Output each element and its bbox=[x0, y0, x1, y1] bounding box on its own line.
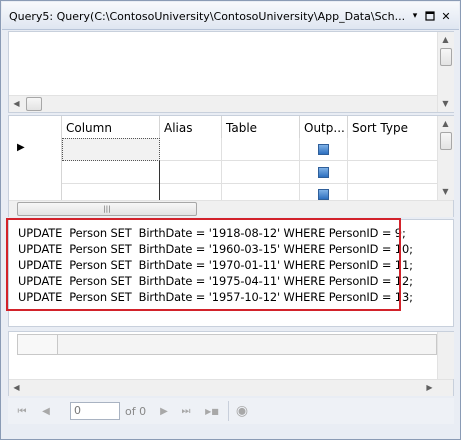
column-header-output[interactable]: Outp... bbox=[300, 116, 348, 138]
close-icon[interactable]: ✕ bbox=[439, 9, 453, 23]
column-header-table[interactable]: Table bbox=[222, 116, 300, 138]
column-header-sort-type[interactable]: Sort Type bbox=[348, 116, 437, 138]
results-pane[interactable]: ◀ ▶ bbox=[8, 331, 454, 396]
scroll-thumb[interactable] bbox=[26, 97, 42, 111]
results-horizontal-scrollbar[interactable]: ◀ ▶ bbox=[9, 379, 453, 396]
grid-horizontal-scrollbar[interactable]: ||| bbox=[9, 200, 453, 217]
scroll-left-icon[interactable]: ◀ bbox=[9, 380, 24, 395]
cell-column[interactable] bbox=[62, 138, 160, 161]
cell-table[interactable] bbox=[222, 161, 300, 184]
scroll-up-icon[interactable]: ▲ bbox=[438, 116, 453, 131]
navigator-separator bbox=[228, 401, 229, 421]
grid-corner-header bbox=[9, 116, 62, 138]
title-bar[interactable]: Query5: Query(C:\ContosoUniversity\Conto… bbox=[2, 2, 459, 30]
scroll-down-icon[interactable]: ▼ bbox=[438, 184, 453, 199]
cell-alias[interactable] bbox=[160, 138, 222, 161]
results-header-row bbox=[17, 334, 437, 355]
window-menu-icon[interactable]: ▾ bbox=[408, 9, 422, 23]
grip-icon: ||| bbox=[103, 205, 111, 213]
window-title: Query5: Query(C:\ContosoUniversity\Conto… bbox=[9, 10, 406, 23]
delete-record-icon[interactable]: ▶■ bbox=[201, 403, 223, 419]
cell-output[interactable] bbox=[300, 161, 348, 184]
cell-sort-type[interactable] bbox=[348, 138, 437, 161]
next-record-icon[interactable]: ▶ bbox=[156, 403, 172, 419]
results-vertical-scrollbar[interactable] bbox=[437, 332, 454, 379]
results-corner-cell bbox=[18, 335, 58, 354]
scroll-left-icon[interactable]: ◀ bbox=[9, 96, 24, 111]
window-float-icon[interactable] bbox=[423, 9, 437, 23]
scroll-up-icon[interactable]: ▲ bbox=[438, 32, 453, 47]
diagram-pane[interactable]: ▲ ▼ ◀ bbox=[8, 31, 454, 113]
output-checkbox[interactable] bbox=[318, 189, 329, 200]
scroll-thumb[interactable] bbox=[440, 48, 452, 66]
cell-table[interactable] bbox=[222, 138, 300, 161]
diagram-vertical-scrollbar[interactable]: ▲ ▼ bbox=[437, 32, 454, 112]
previous-record-icon[interactable]: ◀ bbox=[38, 403, 54, 419]
criteria-pane[interactable]: Column Alias Table Outp... Sort Type ▶ ▲… bbox=[8, 115, 454, 217]
first-record-icon[interactable]: ⏮ bbox=[14, 403, 30, 419]
stop-icon[interactable]: ◉ bbox=[234, 403, 250, 419]
current-row-icon: ▶ bbox=[17, 142, 25, 153]
column-header-column[interactable]: Column bbox=[62, 116, 160, 138]
scroll-down-icon[interactable]: ▼ bbox=[438, 96, 453, 111]
row-header[interactable] bbox=[9, 161, 62, 184]
highlight-box bbox=[6, 218, 401, 311]
scroll-right-icon[interactable]: ▶ bbox=[422, 380, 437, 395]
output-checkbox[interactable] bbox=[318, 167, 329, 178]
column-header-alias[interactable]: Alias bbox=[160, 116, 222, 138]
cell-column[interactable] bbox=[62, 161, 160, 184]
query-designer-window: Query5: Query(C:\ContosoUniversity\Conto… bbox=[0, 0, 461, 440]
last-record-icon[interactable]: ⏭ bbox=[178, 403, 194, 419]
row-header[interactable]: ▶ bbox=[9, 138, 62, 161]
cell-output[interactable] bbox=[300, 138, 348, 161]
scroll-thumb[interactable] bbox=[440, 132, 452, 150]
grid-vertical-scrollbar[interactable]: ▲ ▼ bbox=[437, 116, 454, 200]
grid-row[interactable]: ▶ bbox=[9, 138, 444, 161]
grid-row[interactable] bbox=[9, 161, 444, 184]
cell-alias[interactable] bbox=[160, 161, 222, 184]
record-number-input[interactable]: 0 bbox=[70, 402, 120, 420]
scroll-thumb[interactable]: ||| bbox=[17, 202, 197, 216]
record-count-label: of 0 bbox=[125, 405, 147, 418]
cell-sort-type[interactable] bbox=[348, 161, 437, 184]
diagram-horizontal-scrollbar[interactable]: ◀ bbox=[9, 95, 437, 112]
record-navigator: ⏮ ◀ 0 of 0 ▶ ⏭ ▶■ ◉ bbox=[8, 398, 454, 424]
output-checkbox[interactable] bbox=[318, 144, 329, 155]
